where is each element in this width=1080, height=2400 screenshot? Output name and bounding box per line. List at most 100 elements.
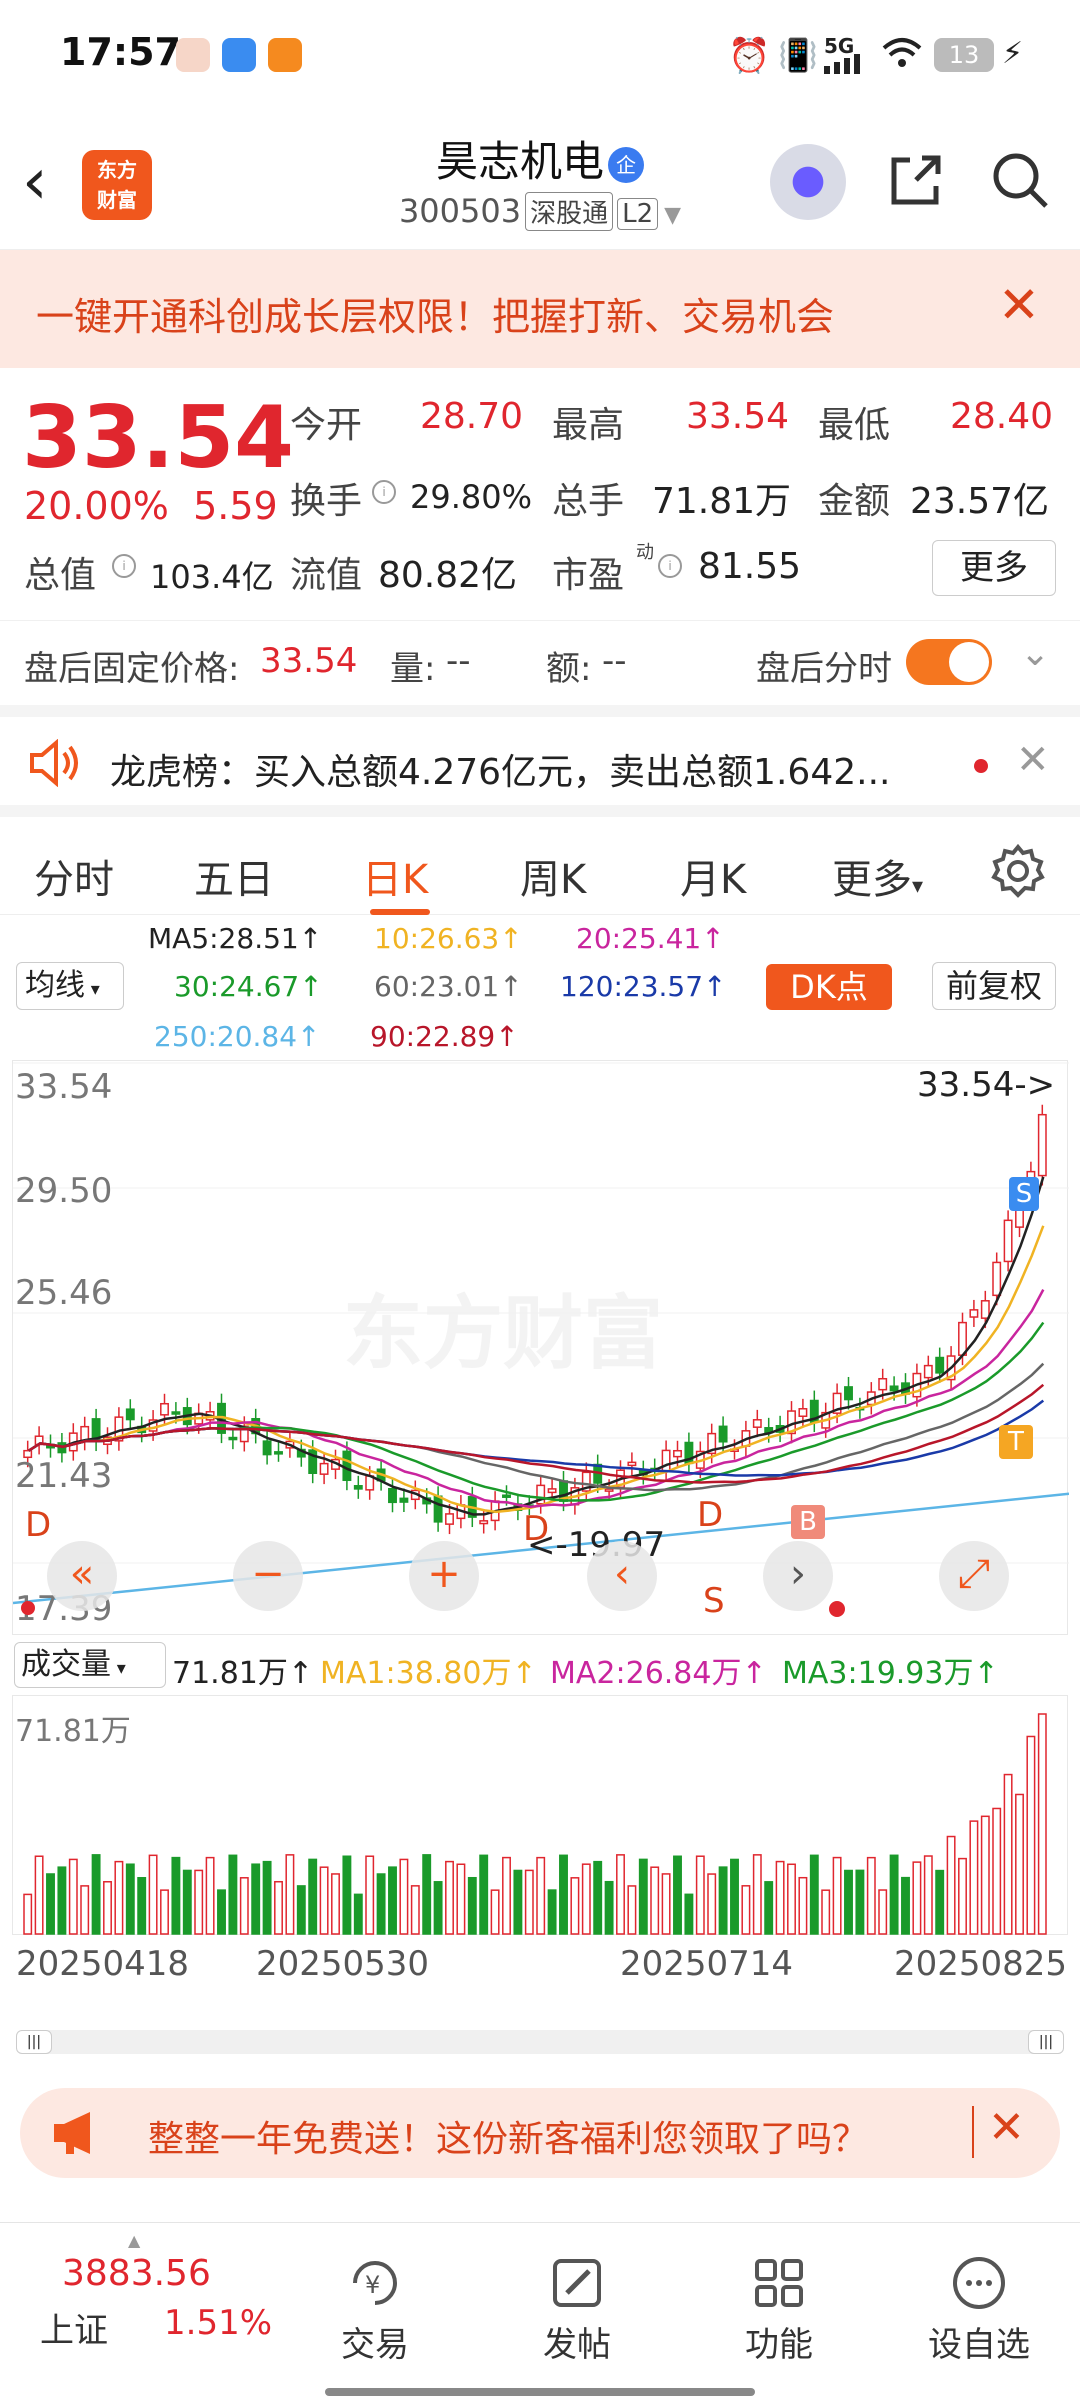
dk-point-button[interactable]: DK点 — [766, 964, 892, 1010]
divider — [972, 2106, 974, 2158]
volume-bar — [901, 1876, 910, 1935]
scroll-left-button[interactable]: ‹ — [587, 1541, 657, 1611]
volume-bar — [239, 1877, 249, 1935]
after-hours-toggle[interactable] — [906, 639, 992, 685]
adjust-button[interactable]: 前复权 — [932, 962, 1056, 1010]
red-dot — [829, 1601, 845, 1617]
volume-bar — [308, 1858, 318, 1935]
volume-bar — [228, 1854, 238, 1935]
zoom-in-button[interactable]: + — [409, 1541, 479, 1611]
dragon-tiger-bar[interactable]: 龙虎榜：买入总额4.276亿元，卖出总额1.642... ✕ — [0, 705, 1080, 805]
sell-signal-marker[interactable]: S — [1009, 1177, 1039, 1211]
t-signal-marker[interactable]: T — [999, 1425, 1033, 1459]
candle-body — [969, 1309, 979, 1318]
chevron-down-icon[interactable]: ⌄ — [1020, 633, 1050, 674]
volume-bar — [559, 1854, 568, 1935]
after-price-value: 33.54 — [260, 641, 358, 681]
close-icon[interactable]: ✕ — [1016, 737, 1050, 783]
range-handle-left[interactable]: ||| — [16, 2030, 52, 2054]
ma30-value: 30:24.67↑ — [174, 970, 323, 1003]
zoom-out-button[interactable]: − — [233, 1541, 303, 1611]
scroll-right-button[interactable]: › — [763, 1541, 833, 1611]
settings-gear-icon[interactable] — [990, 843, 1046, 903]
volume-bar — [923, 1855, 933, 1935]
close-icon[interactable]: ✕ — [998, 276, 1040, 334]
new-user-promo[interactable]: 整整一年免费送！这份新客福利您领取了吗？ ✕ — [20, 2088, 1060, 2178]
ma5-value: MA5:28.51↑ — [148, 922, 323, 955]
after-chart-label: 盘后分时 — [756, 649, 892, 689]
fullscreen-button[interactable]: ⤢ — [939, 1541, 1009, 1611]
volume-bar — [296, 1885, 306, 1935]
volume-bar — [160, 1889, 169, 1935]
price-change: 20.00% 5.59 — [24, 484, 278, 528]
volume-value: 71.81万 — [652, 481, 792, 522]
ma250-value: 250:20.84↑ — [154, 1020, 321, 1053]
candle-body — [878, 1377, 888, 1391]
volume-bar — [832, 1856, 842, 1935]
vol-ma2: MA2:26.84万↑ — [550, 1656, 767, 1691]
level-tag: L2 — [617, 198, 659, 230]
amount-value: 23.57亿 — [910, 481, 1050, 522]
tab-timeshare[interactable]: 分时 — [34, 847, 114, 905]
volume-bar — [68, 1858, 78, 1935]
candle-body — [433, 1495, 443, 1523]
alarm-icon: ⏰ — [728, 36, 771, 76]
close-icon[interactable]: ✕ — [988, 2102, 1025, 2153]
candle-body — [80, 1425, 90, 1442]
tab-five-day[interactable]: 五日 — [194, 847, 274, 905]
range-scrollbar[interactable]: ||| ||| — [16, 2030, 1064, 2054]
volume-chart[interactable]: 71.81万 — [12, 1695, 1068, 1935]
svg-text:¥: ¥ — [365, 2271, 380, 2299]
candle-body — [479, 1520, 489, 1525]
low-value: 28.40 — [950, 396, 1054, 437]
volume-bar — [787, 1863, 796, 1935]
ma60-value: 60:23.01↑ — [374, 970, 523, 1003]
amount-label: 金额 — [818, 481, 891, 522]
nav-add-watchlist[interactable]: 设自选 — [914, 2253, 1044, 2366]
volume-bar — [752, 1854, 762, 1935]
volume-bar — [34, 1855, 44, 1935]
y-label-4: 21.43 — [15, 1456, 113, 1496]
volume-indicator-select[interactable]: 成交量 ▾ — [14, 1642, 166, 1688]
tab-monthly-k[interactable]: 月K — [680, 847, 746, 905]
candle-body — [992, 1261, 1002, 1297]
candle-body — [844, 1386, 853, 1401]
nav-trade-label: 交易 — [341, 2325, 409, 2365]
ai-assistant-icon[interactable] — [770, 144, 846, 220]
range-handle-right[interactable]: ||| — [1028, 2030, 1064, 2054]
volume-bar — [376, 1873, 386, 1935]
volume-bar — [809, 1854, 819, 1935]
volume-bar — [502, 1856, 511, 1935]
info-icon[interactable]: i — [658, 554, 682, 578]
ma-select[interactable]: 均线 ▾ — [16, 962, 124, 1010]
candle-body — [923, 1364, 933, 1379]
kline-chart[interactable]: 东方财富 33.54 29.50 25.46 21.43 17.39 33.54… — [12, 1060, 1069, 1635]
scroll-left-fast-button[interactable]: « — [47, 1541, 117, 1611]
index-name[interactable]: 上证 — [40, 2303, 108, 2352]
tab-weekly-k[interactable]: 周K — [520, 847, 586, 905]
high-label: 最高 — [552, 405, 625, 446]
tab-daily-k[interactable]: 日K — [362, 847, 428, 905]
info-icon[interactable]: i — [112, 554, 136, 578]
buy-signal-marker[interactable]: B — [791, 1505, 825, 1539]
nav-post[interactable]: 发帖 — [512, 2253, 642, 2366]
volume-bar — [285, 1854, 295, 1935]
info-icon[interactable]: i — [372, 480, 396, 504]
volume-bar — [616, 1854, 625, 1935]
more-button[interactable]: 更多 — [932, 540, 1056, 596]
search-icon[interactable] — [990, 150, 1050, 210]
unread-dot — [974, 759, 988, 773]
share-icon[interactable] — [886, 150, 946, 210]
volume-bar — [57, 1866, 67, 1935]
nav-functions[interactable]: 功能 — [714, 2253, 844, 2366]
megaphone-icon — [50, 2110, 100, 2160]
tab-more[interactable]: 更多▾ — [832, 847, 923, 905]
date-label: 20250530 — [256, 1944, 430, 1984]
promo-banner[interactable]: 一键开通科创成长层权限！把握打新、交易机会 ✕ — [0, 250, 1080, 368]
candle-body — [627, 1461, 637, 1467]
red-dot — [21, 1601, 35, 1615]
nav-trade[interactable]: ¥ 交易 — [310, 2253, 440, 2366]
volume-bar — [125, 1863, 135, 1935]
after-price-label: 盘后固定价格: — [24, 649, 240, 689]
index-value[interactable]: 3883.56 — [62, 2253, 211, 2294]
